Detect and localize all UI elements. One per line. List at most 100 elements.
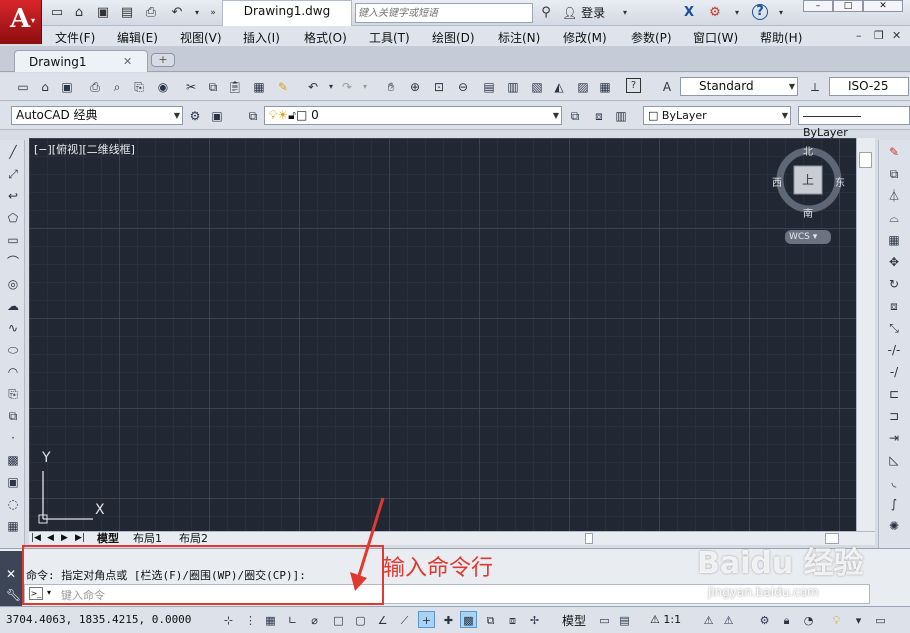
offset-icon[interactable]: ⌓ bbox=[885, 209, 903, 227]
polygon-icon[interactable]: ⬠ bbox=[4, 209, 22, 227]
qnew-icon[interactable]: ▭ bbox=[14, 78, 32, 96]
insert-block-icon[interactable]: ⎘ bbox=[4, 385, 22, 403]
tab-model[interactable]: 模型 bbox=[97, 532, 119, 545]
coordinate-readout[interactable]: 3704.4063, 1835.4215, 0.0000 bbox=[6, 613, 191, 626]
stretch-icon[interactable]: ⤡ bbox=[885, 319, 903, 337]
hatch-icon[interactable]: ▩ bbox=[4, 451, 22, 469]
text-style-select[interactable]: Standard ▼ bbox=[680, 77, 798, 96]
quick-view-layouts-icon[interactable]: ▭ bbox=[596, 611, 613, 628]
first-layout-icon[interactable]: |◀ bbox=[31, 532, 41, 545]
zoom-realtime-icon[interactable]: ⊕ bbox=[406, 78, 424, 96]
make-block-icon[interactable]: ⧉ bbox=[4, 407, 22, 425]
zoom-window-icon[interactable]: ⊡ bbox=[430, 78, 448, 96]
doc-restore-button[interactable]: ❐ bbox=[874, 29, 884, 42]
menu-parametric[interactable]: 参数(P) bbox=[631, 29, 672, 46]
redo-tb-icon[interactable]: ↷ bbox=[338, 78, 356, 96]
search-input[interactable] bbox=[355, 3, 533, 23]
compass-north[interactable]: 北 bbox=[803, 143, 813, 158]
undo-icon[interactable]: ↶ bbox=[168, 4, 186, 22]
minimize-button[interactable]: – bbox=[803, 0, 833, 12]
construction-line-icon[interactable]: ⤢ bbox=[4, 165, 22, 183]
model-space-button[interactable]: 模型 bbox=[562, 612, 586, 629]
tool-palettes-icon[interactable]: ▧ bbox=[528, 78, 546, 96]
mirror-icon[interactable]: ⏃ bbox=[885, 187, 903, 205]
menu-modify[interactable]: 修改(M) bbox=[563, 29, 607, 46]
tab-layout1[interactable]: 布局1 bbox=[133, 532, 162, 545]
layer-state-icon[interactable]: ▥ bbox=[612, 107, 630, 125]
open-file-icon[interactable]: ⌂ bbox=[70, 4, 88, 22]
extend-icon[interactable]: -/ bbox=[885, 363, 903, 381]
match-properties-icon[interactable]: ✎ bbox=[274, 78, 292, 96]
help-icon[interactable]: ? bbox=[752, 4, 768, 20]
calculator-icon[interactable]: ▦ bbox=[596, 78, 614, 96]
isolate-objects-icon[interactable]: 💡︎ bbox=[828, 611, 845, 628]
3d-dwf-icon[interactable]: ◉ bbox=[154, 78, 172, 96]
cut-icon[interactable]: ✂ bbox=[182, 78, 200, 96]
annotation-visibility-icon[interactable]: ⚠ bbox=[700, 611, 717, 628]
next-layout-icon[interactable]: ▶ bbox=[61, 532, 68, 545]
quick-view-drawings-icon[interactable]: ▤ bbox=[616, 611, 633, 628]
text-style-icon[interactable]: A bbox=[658, 78, 676, 96]
customize-icon[interactable]: ▣ bbox=[208, 107, 226, 125]
quick-properties-icon[interactable]: ⧉ bbox=[482, 611, 499, 628]
menu-edit[interactable]: 编辑(E) bbox=[117, 29, 158, 46]
workspace-switching-icon[interactable]: ⚙ bbox=[756, 611, 773, 628]
design-center-icon[interactable]: ▥ bbox=[504, 78, 522, 96]
markup-icon[interactable]: ▨ bbox=[574, 78, 592, 96]
polar-tracking-icon[interactable]: ⌀ bbox=[306, 611, 323, 628]
properties-icon[interactable]: ▤ bbox=[480, 78, 498, 96]
close-button[interactable]: ✕ bbox=[863, 0, 903, 12]
close-icon[interactable]: ✕ bbox=[6, 567, 16, 581]
zoom-previous-icon[interactable]: ⊖ bbox=[454, 78, 472, 96]
point-icon[interactable]: · bbox=[4, 429, 22, 447]
grid-display-icon[interactable]: ▦ bbox=[262, 611, 279, 628]
preview-icon[interactable]: ⌕ bbox=[108, 78, 126, 96]
login-dropdown-icon[interactable]: ▾ bbox=[616, 4, 634, 22]
new-tab-button[interactable]: + bbox=[151, 53, 175, 67]
dynamic-input-icon[interactable]: + bbox=[418, 611, 435, 628]
last-layout-icon[interactable]: ▶| bbox=[75, 532, 85, 545]
menu-draw[interactable]: 绘图(D) bbox=[432, 29, 475, 46]
vertical-scrollbar[interactable] bbox=[856, 138, 875, 531]
wrench-icon[interactable]: 🔧︎ bbox=[6, 588, 21, 602]
gradient-icon[interactable]: ▣ bbox=[4, 473, 22, 491]
copy-icon[interactable]: ⧉ bbox=[204, 78, 222, 96]
pan-icon[interactable]: ✋︎ bbox=[382, 78, 400, 96]
annotation-scale[interactable]: ⚠︎ 1:1 bbox=[650, 613, 681, 626]
fillet-icon[interactable]: ◟ bbox=[885, 473, 903, 491]
arc-icon[interactable]: ⌒ bbox=[4, 253, 22, 271]
doc-minimize-button[interactable]: – bbox=[856, 29, 862, 42]
erase-icon[interactable]: ✎ bbox=[885, 143, 903, 161]
auto-scale-icon[interactable]: ⚠ bbox=[720, 611, 737, 628]
help-tb-icon[interactable]: ? bbox=[626, 78, 641, 93]
object-snap-tracking-icon[interactable]: ∠ bbox=[374, 611, 391, 628]
hardware-acceleration-icon[interactable]: ◔ bbox=[800, 611, 817, 628]
transparency-icon[interactable]: ▩ bbox=[460, 611, 477, 628]
ellipse-arc-icon[interactable]: ◠ bbox=[4, 363, 22, 381]
scale-icon[interactable]: ⧈ bbox=[885, 297, 903, 315]
sheet-set-icon[interactable]: ◭ bbox=[550, 78, 568, 96]
save-tb-icon[interactable]: ▣ bbox=[58, 78, 76, 96]
break-at-point-icon[interactable]: ⊏ bbox=[885, 385, 903, 403]
region-icon[interactable]: ◌ bbox=[4, 495, 22, 513]
maximize-button[interactable]: □ bbox=[833, 0, 863, 12]
layer-properties-icon[interactable]: ⧉ bbox=[244, 107, 262, 125]
table-icon[interactable]: ▦ bbox=[4, 517, 22, 535]
connect-dropdown-icon[interactable]: ▾ bbox=[728, 4, 746, 22]
save-icon[interactable]: ▣ bbox=[94, 4, 112, 22]
print-icon[interactable]: ⎙ bbox=[142, 4, 160, 22]
annotation-monitor-icon[interactable]: ✢ bbox=[526, 611, 543, 628]
menu-view[interactable]: 视图(V) bbox=[180, 29, 222, 46]
publish-icon[interactable]: ⎘ bbox=[130, 78, 148, 96]
move-icon[interactable]: ✥ bbox=[885, 253, 903, 271]
wcs-menu[interactable]: WCS ▾ bbox=[785, 230, 831, 244]
infer-constraints-icon[interactable]: ⊹ bbox=[220, 611, 237, 628]
ellipse-icon[interactable]: ⬭ bbox=[4, 341, 22, 359]
compass-west[interactable]: 西 bbox=[772, 174, 782, 189]
tab-layout2[interactable]: 布局2 bbox=[179, 532, 208, 545]
layer-select[interactable]: 💡︎☀🔓︎□ 0 ▼ bbox=[264, 106, 562, 125]
menu-format[interactable]: 格式(O) bbox=[304, 29, 347, 46]
menu-help[interactable]: 帮助(H) bbox=[760, 29, 802, 46]
array-icon[interactable]: ▦ bbox=[885, 231, 903, 249]
app-menu-button[interactable]: A ▾ bbox=[0, 0, 42, 44]
